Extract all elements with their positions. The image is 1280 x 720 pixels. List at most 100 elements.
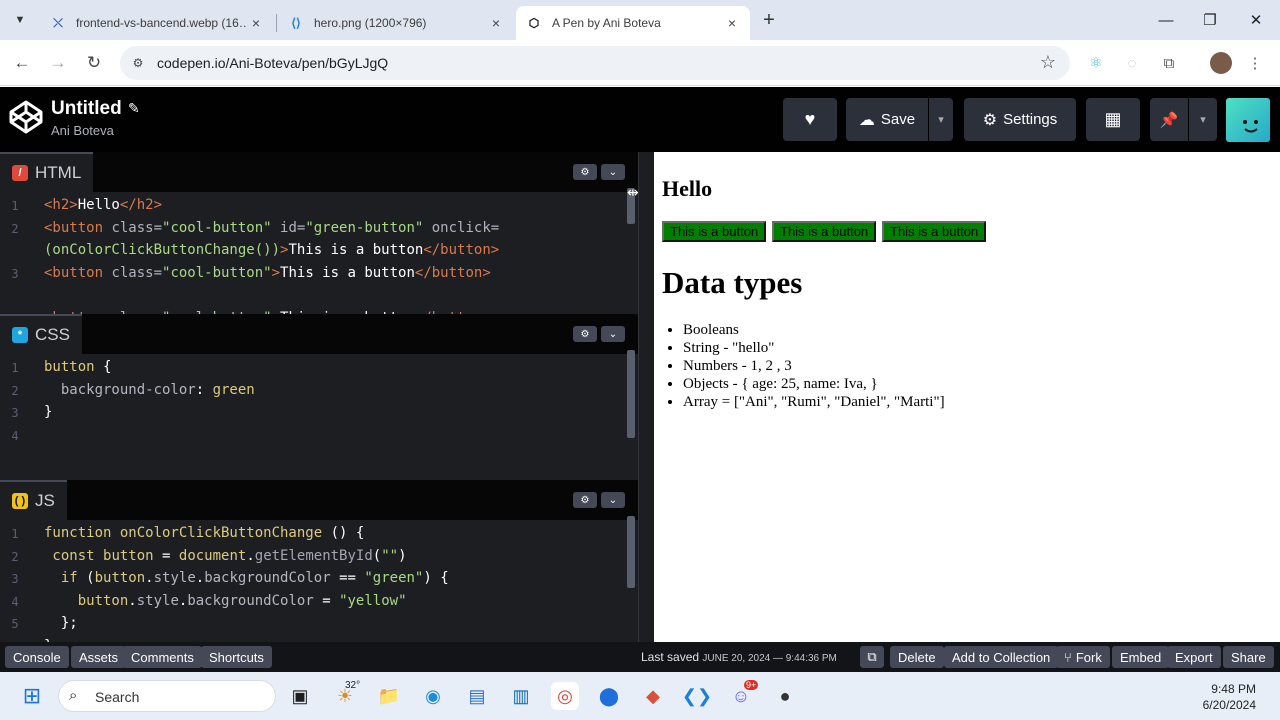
microsoft-store-icon[interactable]: ▤ <box>463 682 491 710</box>
new-tab-plus-icon[interactable]: + <box>758 8 780 32</box>
js-code-editor[interactable]: 1 function onColorClickButtonChange () { 2… <box>0 520 626 642</box>
css-settings-gear-icon[interactable]: ⚙ <box>573 326 597 342</box>
line-number: 2 <box>11 549 19 564</box>
open-external-icon[interactable]: ⧉ <box>860 646 884 668</box>
pen-author[interactable]: Ani Boteva <box>51 123 114 138</box>
list-item: Array = ["Ani", "Rumi", "Daniel", "Marti… <box>683 393 945 411</box>
site-settings-icon[interactable]: ⚙ <box>130 55 146 71</box>
reload-icon[interactable]: ↻ <box>82 51 106 75</box>
line-number: 1 <box>11 527 19 541</box>
tab-search-chevron-icon[interactable]: ▼ <box>8 8 32 32</box>
assets-button[interactable]: Assets <box>71 646 127 668</box>
console-button[interactable]: Console <box>5 646 69 668</box>
add-to-collection-button[interactable]: Add to Collection <box>944 646 1059 668</box>
forward-arrow-icon[interactable]: → <box>46 51 70 75</box>
code-line[interactable]: button { <box>44 359 111 375</box>
html-slash-icon: / <box>12 165 28 181</box>
preview-button[interactable]: This is a button <box>772 221 877 242</box>
line-number: 2 <box>11 383 19 398</box>
settings-button[interactable]: ⚙ Settings <box>964 98 1076 141</box>
change-view-button[interactable]: ▦ <box>1086 98 1140 141</box>
edge-browser-icon[interactable]: ◉ <box>419 682 447 710</box>
trello-icon[interactable]: ▥ <box>507 682 535 710</box>
obs-icon[interactable]: ● <box>771 682 799 710</box>
code-line[interactable]: background-color: green <box>44 382 255 398</box>
code-line[interactable]: <button class="cool-button">This is a bu… <box>44 265 491 281</box>
browser-tab-strip: ▼ ⤬ frontend-vs-bancend.webp (16… × ⟨⟩ h… <box>0 0 1280 40</box>
code-line[interactable]: }; <box>44 615 78 631</box>
code-line[interactable]: const button = document.getElementById("… <box>44 548 406 564</box>
editor-resizer-handle[interactable]: ⇹ <box>627 152 654 642</box>
css-code-editor[interactable]: 1 button {2 background-color: green 3} 4 <box>0 354 626 480</box>
browser-tab-1[interactable]: ⤬ frontend-vs-bancend.webp (16… × <box>40 6 274 40</box>
preview-button[interactable]: This is a button <box>882 221 987 242</box>
fork-icon: ⑂ <box>1064 649 1072 665</box>
js-braces-icon: ( ) <box>12 493 28 509</box>
close-window-icon[interactable]: ✕ <box>1236 6 1276 34</box>
html-code-editor[interactable]: 1 <h2>Hello</h2> 2 <button class="cool-butt… <box>0 192 626 314</box>
browser-tab-2[interactable]: ⟨⟩ hero.png (1200×796) × <box>278 6 514 40</box>
code-line[interactable]: if (button.style.backgroundColor == "gre… <box>44 570 449 586</box>
browser-tab-3-active[interactable]: ⬡ A Pen by Ani Boteva × <box>516 6 750 40</box>
pin-options-chevron-icon[interactable]: ▾ <box>1189 98 1217 141</box>
git-icon[interactable]: ◆ <box>639 682 667 710</box>
profile-avatar[interactable] <box>1210 52 1232 74</box>
codepen-logo-icon[interactable] <box>8 99 44 135</box>
resize-cursor-icon: ⇹ <box>627 184 639 200</box>
js-settings-gear-icon[interactable]: ⚙ <box>573 492 597 508</box>
close-tab-icon[interactable]: × <box>248 15 264 31</box>
delete-button[interactable]: Delete <box>890 646 944 668</box>
tab-html[interactable]: / HTML <box>0 152 94 192</box>
taskbar-search-box[interactable]: ⌕ Search <box>58 680 276 712</box>
preview-button[interactable]: This is a button <box>662 221 767 242</box>
image-file-icon: ⤬ <box>53 15 63 30</box>
save-options-chevron-icon[interactable]: ▾ <box>929 98 953 141</box>
vscode-icon[interactable]: ❮❯ <box>682 682 712 710</box>
windows-start-icon[interactable]: ⊞ <box>18 682 46 710</box>
system-clock[interactable]: 9:48 PM 6/20/2024 <box>1203 681 1256 713</box>
chrome-menu-icon[interactable]: ⋮ <box>1244 52 1266 74</box>
shortcuts-button[interactable]: Shortcuts <box>201 646 272 668</box>
task-view-icon[interactable]: ▣ <box>286 682 314 710</box>
js-scrollbar[interactable] <box>627 516 635 588</box>
maps-pin-icon[interactable]: ⬤ <box>595 682 623 710</box>
embed-button[interactable]: Embed <box>1112 646 1170 668</box>
code-line[interactable]: } <box>44 404 52 420</box>
extensions-puzzle-icon[interactable]: ⧉ <box>1158 52 1180 74</box>
line-number: 5 <box>11 617 19 631</box>
love-button[interactable]: ♥ <box>783 98 837 141</box>
fork-button[interactable]: ⑂ Fork <box>1056 646 1110 668</box>
code-line[interactable]: function onColorClickButtonChange () { <box>44 525 364 541</box>
url-text[interactable]: codepen.io/Ani-Boteva/pen/bGyLJgQ <box>157 55 388 71</box>
react-devtools-icon[interactable]: ⚛ <box>1085 52 1107 74</box>
user-avatar[interactable] <box>1226 98 1270 142</box>
code-line[interactable]: <h2>Hello</h2> <box>44 197 162 213</box>
css-scrollbar[interactable] <box>627 350 635 438</box>
tab-css[interactable]: * CSS <box>0 314 82 354</box>
code-line[interactable]: button.style.backgroundColor = "yellow" <box>44 593 407 609</box>
extension-circle-icon[interactable]: ◌ <box>1121 52 1143 74</box>
code-line[interactable]: (onColorClickButtonChange())>This is a b… <box>44 242 499 258</box>
save-button[interactable]: ☁ Save <box>846 98 928 141</box>
tab-js[interactable]: ( ) JS <box>0 480 67 520</box>
html-collapse-chevron-icon[interactable]: ⌄ <box>601 164 625 180</box>
chrome-icon[interactable]: ◎ <box>551 682 579 710</box>
js-collapse-chevron-icon[interactable]: ⌄ <box>601 492 625 508</box>
export-button[interactable]: Export <box>1167 646 1221 668</box>
css-collapse-chevron-icon[interactable]: ⌄ <box>601 326 625 342</box>
comments-button[interactable]: Comments <box>123 646 202 668</box>
close-tab-icon[interactable]: × <box>724 15 740 31</box>
pen-title[interactable]: Untitled <box>51 98 122 120</box>
address-bar[interactable]: ⚙ codepen.io/Ani-Boteva/pen/bGyLJgQ ☆ <box>120 46 1070 80</box>
share-button[interactable]: Share <box>1223 646 1274 668</box>
bookmark-star-icon[interactable]: ☆ <box>1040 52 1056 73</box>
html-settings-gear-icon[interactable]: ⚙ <box>573 164 597 180</box>
restore-icon[interactable]: ❐ <box>1190 6 1230 34</box>
file-explorer-icon[interactable]: 📁 <box>375 682 403 710</box>
code-line[interactable]: <button class="cool-button" id="green-bu… <box>44 220 499 236</box>
back-arrow-icon[interactable]: ← <box>10 51 34 75</box>
pin-button[interactable]: 📌 <box>1150 98 1188 141</box>
minimize-icon[interactable]: — <box>1146 6 1186 34</box>
close-tab-icon[interactable]: × <box>488 15 504 31</box>
edit-pencil-icon[interactable]: ✎ <box>128 100 140 117</box>
